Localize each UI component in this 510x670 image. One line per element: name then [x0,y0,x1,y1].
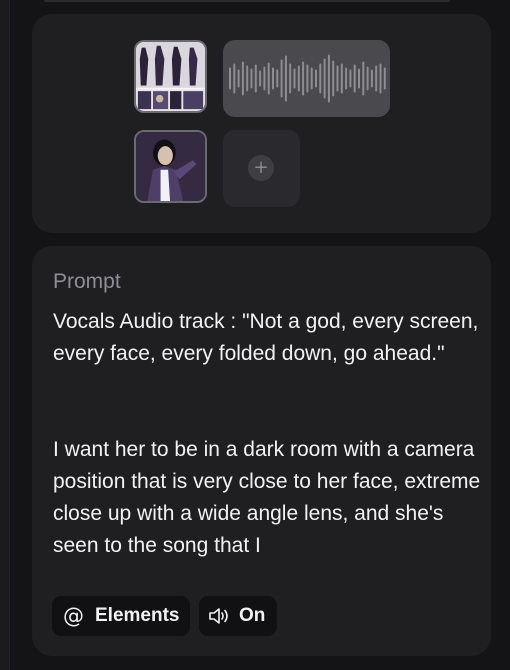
waveform-bar [263,66,266,91]
waveform-bar [272,67,274,90]
waveform-bar [358,68,360,89]
waveform-bar [233,63,236,94]
reference-image-thumbnail[interactable] [134,40,207,113]
waveform-bar [345,67,348,90]
waveform-bar [366,66,369,91]
waveform-bar [349,69,352,88]
waveform-bar [267,62,270,95]
audio-waveform-icon [229,54,386,103]
audio-track-tile[interactable] [223,40,390,117]
add-media-button[interactable]: + [223,130,300,207]
waveform-bar [276,69,279,88]
speaker-icon [208,606,232,626]
waveform-bar [362,61,365,96]
waveform-bar [237,69,240,88]
waveform-bar [379,63,382,94]
waveform-bar [383,67,386,90]
reference-image-thumbnail[interactable] [134,130,207,203]
media-card: + [32,14,491,233]
waveform-bar [370,69,373,88]
sound-toggle-button[interactable]: On [199,596,277,636]
prompt-label: Prompt [53,270,121,293]
prompt-card: Prompt Vocals Audio track : "Not a god, … [32,246,491,656]
waveform-bar [229,67,231,90]
waveform-bar [246,65,249,92]
waveform-bar [332,60,335,97]
top-edge [44,0,450,2]
waveform-bar [284,55,287,102]
waveform-bar [340,63,343,94]
sound-label: On [239,605,266,626]
waveform-bar [323,58,326,99]
reference-image-icon [136,42,205,111]
waveform-bar [280,59,283,98]
elements-label: Elements [95,605,180,626]
waveform-bar [293,68,296,89]
waveform-bar [315,69,317,88]
waveform-bar [310,67,313,90]
waveform-bar [302,61,305,96]
waveform-bar [319,63,322,94]
waveform-bar [375,65,378,92]
plus-icon: + [248,155,274,181]
waveform-bar [250,68,253,89]
waveform-bar [241,61,244,96]
waveform-bar [289,63,292,94]
app-panel: + Prompt Vocals Audio track : "Not a god… [0,0,510,670]
elements-button[interactable]: @ Elements [52,596,190,636]
waveform-bar [259,70,262,87]
waveform-bar [327,54,330,103]
waveform-bar [353,64,356,93]
at-icon: @ [63,604,84,628]
waveform-bar [254,64,257,93]
reference-image-icon [136,132,205,201]
left-rail [0,0,10,670]
waveform-bar [336,65,339,92]
waveform-bar [306,64,309,93]
waveform-bar [297,65,300,92]
prompt-textarea[interactable]: Vocals Audio track : "Not a god, every s… [53,306,481,581]
